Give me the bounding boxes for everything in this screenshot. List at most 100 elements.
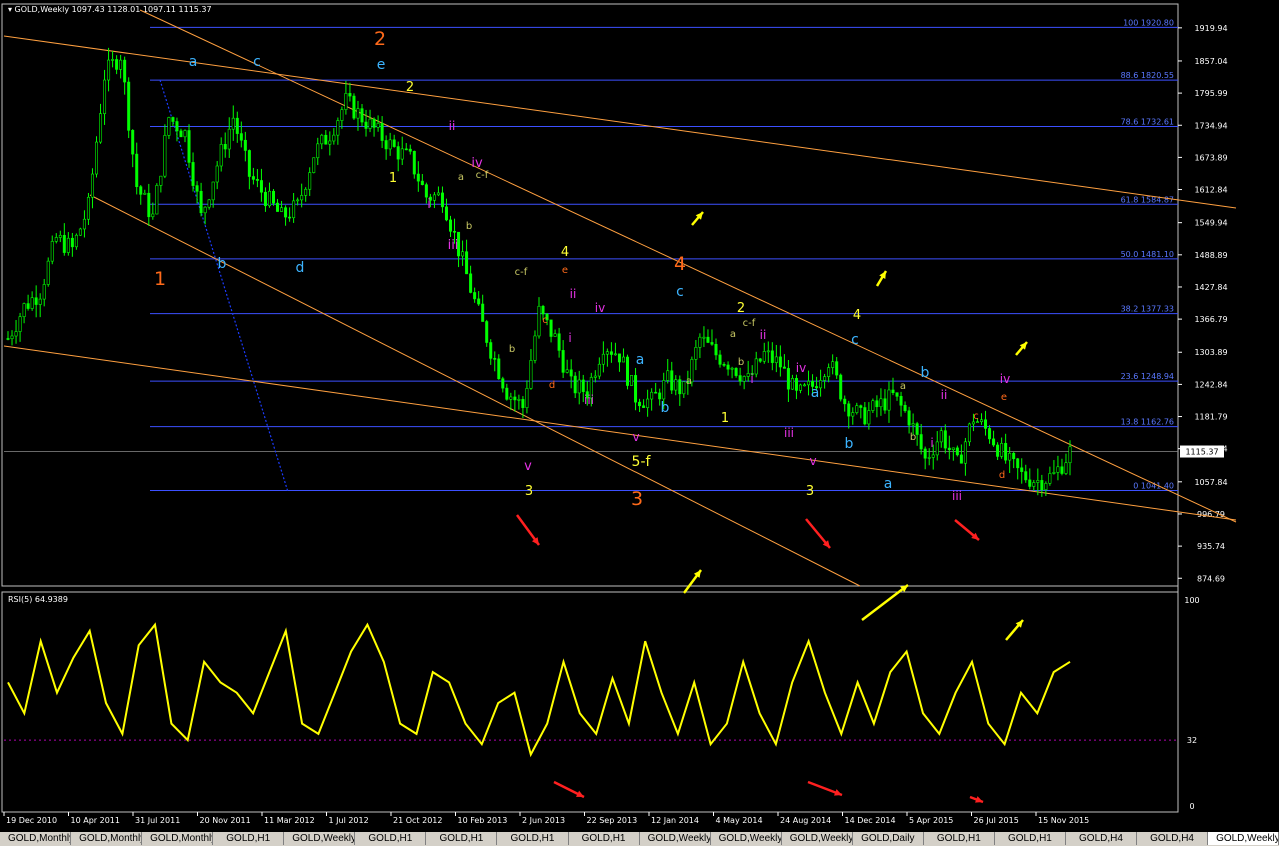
wave-label: d bbox=[999, 470, 1005, 481]
chart-tab[interactable]: GOLD,H1 bbox=[569, 832, 640, 845]
candle-body bbox=[541, 305, 545, 315]
price-axis-label: 1549.94 bbox=[1194, 219, 1227, 228]
candle-body bbox=[392, 139, 396, 147]
candle-body bbox=[10, 335, 14, 339]
candle-body bbox=[66, 237, 70, 253]
wave-label: b bbox=[910, 432, 916, 443]
candle-body bbox=[432, 194, 436, 201]
candle-body bbox=[131, 130, 135, 155]
candle-body bbox=[147, 192, 151, 218]
candle-body bbox=[489, 342, 493, 359]
chart-tab[interactable]: GOLD,Monthly bbox=[0, 832, 72, 845]
candle-body bbox=[617, 353, 621, 363]
time-axis-label: 5 Apr 2015 bbox=[909, 816, 953, 825]
time-axis-label: 31 Jul 2011 bbox=[135, 816, 180, 825]
wave-label: v bbox=[524, 459, 532, 474]
wave-label: d bbox=[296, 260, 305, 276]
chart-tab[interactable]: GOLD,Daily bbox=[853, 832, 924, 845]
chart-tab[interactable]: GOLD,H1 bbox=[924, 832, 995, 845]
candle-body bbox=[959, 454, 963, 464]
candle-body bbox=[288, 216, 292, 219]
candle-body bbox=[1056, 466, 1060, 473]
candle-body bbox=[694, 347, 698, 360]
candle-body bbox=[907, 410, 911, 426]
candle-body bbox=[939, 430, 943, 443]
chart-tab[interactable]: GOLD,Monthly bbox=[71, 832, 143, 845]
candle-body bbox=[465, 251, 469, 275]
candle-body bbox=[461, 251, 465, 257]
candle-body bbox=[183, 130, 187, 138]
fib-level-label: 50.0 1481.10 bbox=[1121, 250, 1174, 259]
candle-body bbox=[634, 375, 638, 403]
candle-body bbox=[199, 190, 203, 214]
wave-label: 3 bbox=[525, 484, 533, 499]
chart-tab[interactable]: GOLD,H4 bbox=[1137, 832, 1209, 845]
candle-body bbox=[935, 441, 939, 456]
candle-body bbox=[179, 130, 183, 138]
chart-tab[interactable]: GOLD,Weekly bbox=[1208, 832, 1279, 845]
candle-body bbox=[722, 364, 726, 366]
candle-body bbox=[996, 444, 1000, 457]
candle-body bbox=[38, 298, 42, 305]
chart-tab[interactable]: GOLD,Weekly bbox=[711, 832, 782, 845]
candle-body bbox=[951, 447, 955, 451]
time-axis-label: 1 Jul 2012 bbox=[329, 816, 369, 825]
candle-body bbox=[1020, 467, 1024, 472]
candle-body bbox=[493, 358, 497, 360]
candle-body bbox=[320, 134, 324, 145]
price-axis-label: 874.69 bbox=[1197, 574, 1225, 583]
wave-label: a bbox=[686, 376, 692, 387]
chart-tab[interactable]: GOLD,Monthly bbox=[142, 832, 214, 845]
fib-level-label: 100 1920.80 bbox=[1123, 18, 1174, 27]
candle-body bbox=[30, 297, 34, 309]
candle-body bbox=[911, 423, 915, 426]
candle-body bbox=[207, 199, 211, 208]
rsi-line bbox=[7, 622, 1071, 758]
candle-body bbox=[276, 202, 280, 212]
wave-label: i bbox=[568, 331, 571, 345]
candle-body bbox=[794, 378, 798, 391]
wave-label: iii bbox=[784, 426, 794, 440]
candle-body bbox=[416, 173, 420, 182]
candle-body bbox=[448, 219, 452, 232]
candle-body bbox=[267, 190, 271, 207]
candle-body bbox=[356, 108, 360, 119]
price-axis-label: 1181.79 bbox=[1194, 413, 1227, 422]
wave-label: iii bbox=[448, 238, 459, 253]
candle-body bbox=[344, 93, 348, 110]
candle-body bbox=[304, 188, 308, 196]
candle-body bbox=[123, 59, 127, 83]
chart-tab[interactable]: GOLD,H1 bbox=[355, 832, 427, 845]
candle-body bbox=[742, 376, 746, 382]
chart-tab[interactable]: GOLD,H1 bbox=[213, 832, 285, 845]
candle-body bbox=[887, 389, 891, 411]
candle-body bbox=[115, 59, 119, 70]
wave-label: iv bbox=[796, 361, 806, 375]
chart-tab[interactable]: GOLD,Weekly bbox=[782, 832, 853, 845]
price-axis-label: 1427.84 bbox=[1194, 283, 1227, 292]
candle-body bbox=[638, 401, 642, 407]
chart-tab[interactable]: GOLD,H1 bbox=[426, 832, 498, 845]
candle-body bbox=[453, 231, 457, 233]
chart-tab[interactable]: GOLD,Weekly bbox=[284, 832, 356, 845]
chart-canvas[interactable]: ▾ GOLD,Weekly 1097.43 1128.01 1097.11 11… bbox=[0, 0, 1279, 832]
candle-body bbox=[505, 387, 509, 400]
candle-body bbox=[863, 407, 867, 425]
candle-body bbox=[529, 360, 533, 389]
candle-body bbox=[18, 316, 22, 332]
chart-tab[interactable]: GOLD,H4 bbox=[1066, 832, 1137, 845]
chart-tab[interactable]: GOLD,H1 bbox=[497, 832, 569, 845]
wave-label: 1 bbox=[721, 411, 729, 426]
chart-tab[interactable]: GOLD,H1 bbox=[995, 832, 1066, 845]
chart-header-text: ▾ GOLD,Weekly 1097.43 1128.01 1097.11 11… bbox=[8, 5, 212, 14]
candle-body bbox=[364, 121, 368, 129]
candle-body bbox=[927, 457, 931, 459]
candle-body bbox=[384, 140, 388, 150]
candle-body bbox=[963, 441, 967, 464]
candle-body bbox=[609, 351, 613, 355]
wave-label: 2 bbox=[374, 28, 386, 50]
wave-label: a bbox=[884, 476, 893, 492]
time-axis-label: 14 Dec 2014 bbox=[845, 816, 896, 825]
chart-tab[interactable]: GOLD,Weekly bbox=[640, 832, 711, 845]
wave-label: c bbox=[851, 332, 859, 348]
